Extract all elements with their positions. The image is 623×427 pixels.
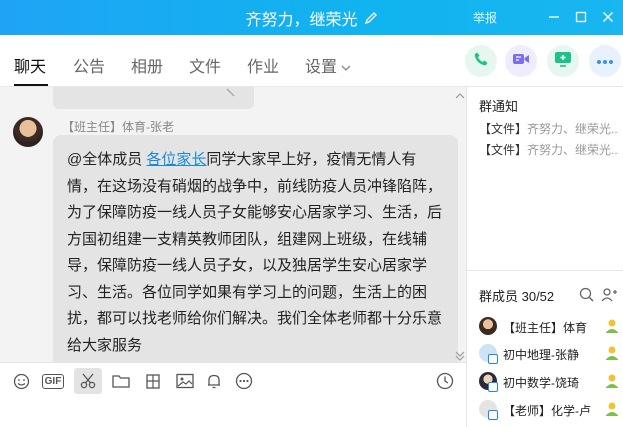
tab-announcement[interactable]: 公告 (73, 53, 105, 77)
notice-title: 群通知 (479, 99, 519, 114)
close-icon[interactable] (597, 6, 619, 28)
member-name: 初中数学-饶琦 (503, 376, 579, 390)
folder-icon[interactable] (110, 370, 132, 392)
more-options-button[interactable] (589, 45, 621, 77)
maximize-icon[interactable] (570, 6, 592, 28)
edit-icon[interactable] (364, 11, 378, 25)
tab-files[interactable]: 文件 (189, 53, 221, 77)
gif-icon[interactable]: GIF (41, 370, 65, 392)
tab-settings-label: 设置 (305, 59, 338, 76)
panel-divider (467, 270, 623, 271)
member-name: 初中地理-张静 (503, 348, 579, 362)
member-person-icon (604, 401, 620, 422)
member-device-badge (488, 354, 498, 364)
sender-name: 【班主任】体育-张老 (62, 120, 174, 134)
message-text: 同学大家早上好，疫情无情人有情，在这场没有硝烟的战争中，前线防疫人员冲锋陷阵，为… (67, 151, 443, 354)
member-row[interactable]: 【班主任】体育 (479, 316, 621, 338)
tab-bar: 聊天 公告 相册 文件 作业 设置 (0, 35, 623, 87)
scroll-up-icon[interactable] (455, 87, 465, 105)
search-icon (226, 88, 235, 97)
minimize-icon[interactable] (543, 6, 565, 28)
title-bar: 齐努力，继荣光 举报 (0, 0, 623, 35)
bell-icon[interactable] (203, 370, 225, 392)
notice-text: 齐努力、继荣光... (527, 143, 619, 157)
add-member-icon[interactable] (601, 287, 617, 307)
share-screen-button[interactable] (547, 45, 579, 77)
sender-avatar[interactable] (13, 117, 43, 147)
chat-window: 齐努力，继荣光 举报 聊天 公告 相册 文件 作业 设置 【班主任】体育-张老 … (0, 0, 623, 427)
notice-item[interactable]: 【文件】齐努力、继荣光... (479, 141, 619, 158)
video-call-button[interactable] (505, 45, 537, 77)
phone-icon (473, 51, 489, 72)
emoji-icon[interactable] (10, 370, 32, 392)
member-row[interactable]: 【老师】化学-卢 (479, 399, 621, 421)
screenshot-scissors-icon[interactable] (74, 368, 102, 394)
video-icon (512, 51, 530, 72)
member-avatar (479, 317, 497, 335)
image-icon[interactable] (174, 370, 196, 392)
history-clock-icon[interactable] (434, 370, 456, 392)
more-icon (596, 52, 614, 70)
phone-call-button[interactable] (465, 45, 497, 77)
notice-item[interactable]: 【文件】齐努力、继荣光... (479, 120, 619, 137)
previous-message-bubble (53, 87, 254, 109)
member-person-icon (604, 373, 620, 394)
active-tab-indicator (14, 84, 48, 86)
member-person-icon (604, 318, 620, 339)
chevron-down-icon (341, 59, 351, 77)
member-name: 【班主任】体育 (503, 321, 588, 335)
group-title: 齐努力，继荣光 (245, 11, 358, 29)
mention-parents-link[interactable]: 各位家长 (146, 151, 206, 168)
member-person-icon (604, 345, 620, 366)
notice-tag: 【文件】 (479, 143, 528, 157)
member-device-badge (488, 382, 498, 392)
mention-all: @全体成员 (67, 151, 143, 168)
input-toolbar: GIF (0, 362, 466, 398)
message-bubble: @全体成员 各位家长同学大家早上好，疫情无情人有情，在这场没有硝烟的战争中，前线… (53, 135, 458, 362)
member-device-badge (488, 410, 498, 420)
member-row[interactable]: 初中数学-饶琦 (479, 371, 621, 393)
member-row[interactable]: 初中地理-张静 (479, 343, 621, 365)
notice-text: 齐努力、继荣光... (527, 122, 619, 136)
scroll-down-icon[interactable] (455, 349, 465, 362)
group-side-panel: 群通知 【文件】齐努力、继荣光... 【文件】齐努力、继荣光... 群成员 30… (466, 87, 623, 427)
tab-chat[interactable]: 聊天 (14, 53, 46, 77)
tab-album[interactable]: 相册 (131, 53, 163, 77)
message-area[interactable]: 【班主任】体育-张老 @全体成员 各位家长同学大家早上好，疫情无情人有情，在这场… (0, 87, 466, 362)
share-screen-icon (554, 51, 572, 72)
more-tools-icon[interactable] (233, 370, 255, 392)
member-search-icon[interactable] (579, 287, 594, 307)
tab-homework[interactable]: 作业 (247, 53, 279, 77)
tab-settings[interactable]: 设置 (305, 53, 351, 77)
report-link[interactable]: 举报 (473, 9, 497, 26)
notice-tag: 【文件】 (479, 122, 528, 136)
members-title: 群成员 30/52 (479, 289, 555, 304)
layout-icon[interactable] (142, 370, 164, 392)
member-name: 【老师】化学-卢 (503, 404, 591, 418)
